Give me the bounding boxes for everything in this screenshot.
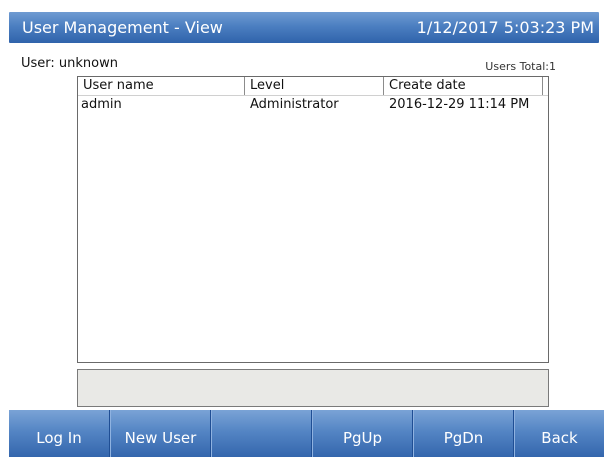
datetime-display: 1/12/2017 5:03:23 PM <box>416 18 594 37</box>
table-row[interactable]: admin Administrator 2016-12-29 11:14 PM <box>78 96 548 114</box>
page-down-button[interactable]: PgDn <box>413 410 514 457</box>
user-list[interactable]: User name Level Create date admin Admini… <box>77 76 549 363</box>
cell-create-date: 2016-12-29 11:14 PM <box>389 97 530 112</box>
current-user-label: User: unknown <box>21 56 118 71</box>
window-title: User Management - View <box>22 18 223 37</box>
bottom-button-bar: Log In New User PgUp PgDn Back <box>9 410 604 457</box>
blank-button[interactable] <box>211 410 312 457</box>
users-total-count: Users Total:1 <box>485 60 556 73</box>
user-list-header: User name Level Create date <box>78 77 548 96</box>
new-user-button[interactable]: New User <box>110 410 211 457</box>
cell-level: Administrator <box>250 97 339 112</box>
column-header-create-date[interactable]: Create date <box>384 77 543 95</box>
cell-user-name: admin <box>81 97 122 112</box>
back-button[interactable]: Back <box>514 410 604 457</box>
column-header-user-name[interactable]: User name <box>78 77 245 95</box>
title-bar: User Management - View 1/12/2017 5:03:23… <box>9 12 599 43</box>
column-header-level[interactable]: Level <box>245 77 384 95</box>
status-message-box <box>77 369 549 407</box>
page-up-button[interactable]: PgUp <box>312 410 413 457</box>
user-management-screen: User Management - View 1/12/2017 5:03:23… <box>0 0 604 457</box>
log-in-button[interactable]: Log In <box>9 410 110 457</box>
column-header-blank <box>543 77 548 95</box>
